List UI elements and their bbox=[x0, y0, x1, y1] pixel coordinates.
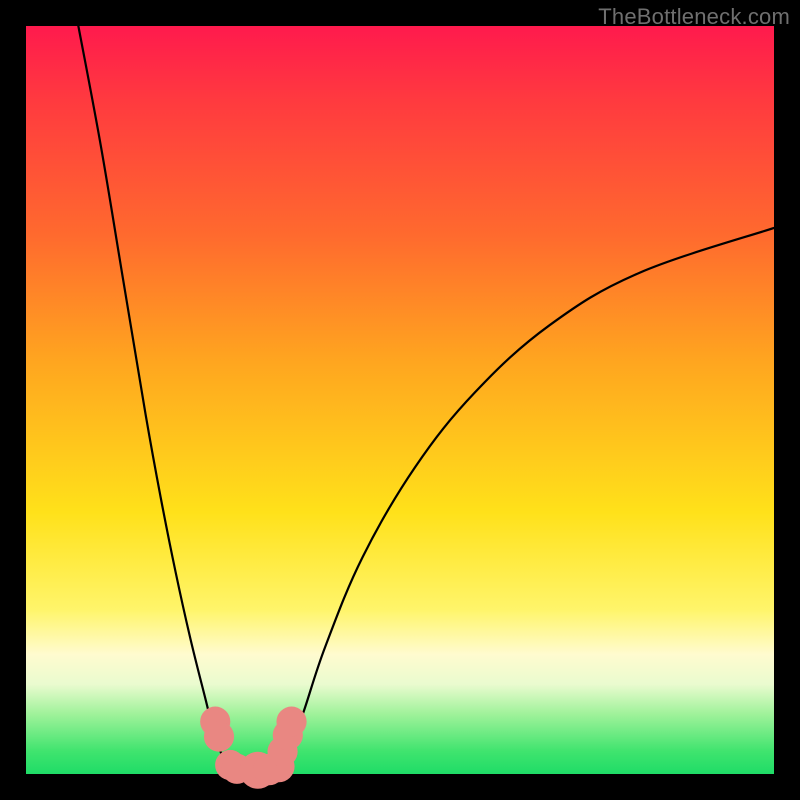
curve-layer bbox=[78, 26, 774, 771]
chart-plot-area bbox=[26, 26, 774, 774]
curve-left-curve bbox=[78, 26, 243, 770]
data-point bbox=[204, 722, 234, 752]
marker-layer bbox=[200, 707, 306, 789]
chart-svg bbox=[26, 26, 774, 774]
watermark-text: TheBottleneck.com bbox=[598, 4, 790, 30]
curve-right-curve bbox=[273, 228, 774, 770]
data-point bbox=[276, 707, 306, 737]
chart-frame: TheBottleneck.com bbox=[0, 0, 800, 800]
